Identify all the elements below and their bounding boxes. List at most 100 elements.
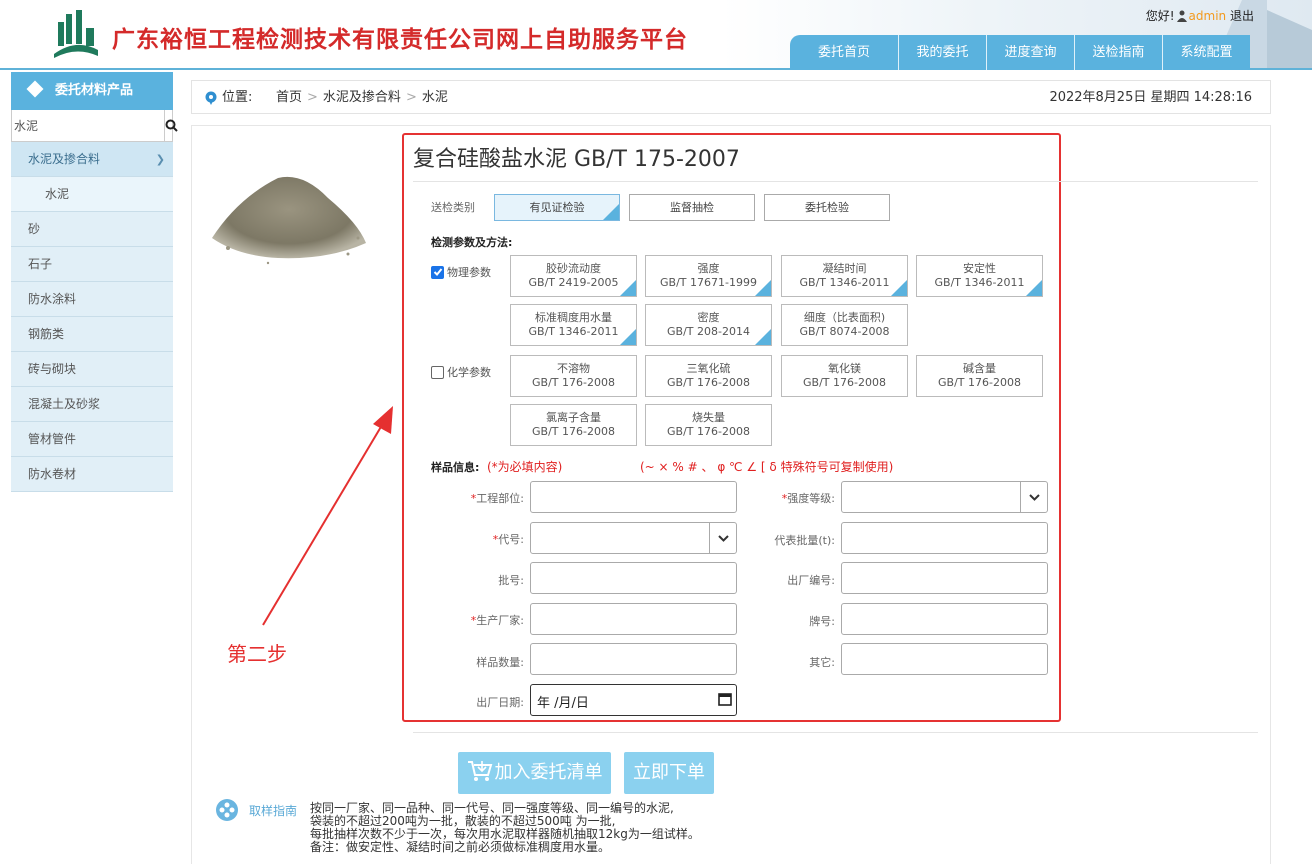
logout-link[interactable]: 退出	[1230, 9, 1254, 23]
sidebar-item-pipes[interactable]: 管材管件	[11, 422, 173, 457]
breadcrumb-path: 首页 > 水泥及掺合料 > 水泥	[276, 81, 448, 115]
strength-grade-select[interactable]	[841, 481, 1048, 513]
nav-home[interactable]: 委托首页	[790, 35, 899, 70]
sidebar-header: 委托材料产品	[11, 72, 173, 110]
param-strength[interactable]: 强度 GB/T 17671-1999	[645, 255, 772, 297]
nav-progress[interactable]: 进度查询	[986, 35, 1075, 70]
brand-label: 牌号:	[809, 615, 835, 628]
sample-qty-label: 样品数量:	[476, 656, 524, 669]
param-name: 氯离子含量	[546, 411, 601, 424]
chevron-double-down-icon: ❯	[155, 153, 165, 166]
manufacturer-label: *生产厂家:	[470, 614, 524, 627]
param-name: 强度	[697, 262, 720, 275]
type-entrust-button[interactable]: 委托检验	[764, 194, 890, 221]
type-witness-button[interactable]: 有见证检验	[494, 194, 620, 221]
param-std: GB/T 176-2008	[667, 425, 750, 438]
button-label: 加入委托清单	[494, 762, 603, 783]
param-consistency-water[interactable]: 标准稠度用水量 GB/T 1346-2011	[510, 304, 637, 346]
param-insoluble[interactable]: 不溶物 GB/T 176-2008	[510, 355, 637, 397]
breadcrumb-label: 位置:	[222, 90, 253, 105]
param-setting-time[interactable]: 凝结时间 GB/T 1346-2011	[781, 255, 908, 297]
sample-qty-input[interactable]	[530, 643, 737, 675]
sidebar-item-sand[interactable]: 砂	[11, 212, 173, 247]
param-std: GB/T 8074-2008	[799, 325, 890, 338]
param-mgo[interactable]: 氧化镁 GB/T 176-2008	[781, 355, 908, 397]
physical-params-checkbox[interactable]: 物理参数	[431, 264, 491, 280]
sidebar-item-concrete[interactable]: 混凝土及砂浆	[11, 387, 173, 422]
param-std: GB/T 176-2008	[532, 425, 615, 438]
main-nav: 委托首页 我的委托 进度查询 送检指南 系统配置	[790, 35, 1251, 70]
sidebar-search-input[interactable]	[12, 110, 165, 141]
selected-corner-icon	[620, 329, 636, 345]
param-name: 氧化镁	[828, 362, 861, 375]
nav-my-orders[interactable]: 我的委托	[898, 35, 987, 70]
site-title: 广东裕恒工程检测技术有限责任公司网上自助服务平台	[112, 26, 688, 53]
greeting: 您好!	[1145, 9, 1175, 23]
code-select[interactable]	[530, 522, 737, 554]
type-label: 监督抽检	[670, 201, 714, 214]
breadcrumb-current: 水泥	[421, 90, 448, 105]
search-icon	[165, 119, 178, 132]
batch-no-input[interactable]	[530, 562, 737, 594]
special-symbols-note: (~ × % # 、 φ ℃ ∠ [ δ 特殊符号可复制使用)	[640, 460, 894, 474]
current-datetime: 2022年8月25日 星期四 14:28:16	[1049, 90, 1252, 105]
param-name: 不溶物	[557, 362, 590, 375]
divider	[413, 181, 1258, 182]
checkbox-unchecked-icon	[431, 365, 444, 379]
param-std: GB/T 208-2014	[667, 325, 750, 338]
sidebar-item-cement-admixtures[interactable]: 水泥及掺合料 ❯	[11, 142, 173, 177]
sidebar-subitem-cement[interactable]: 水泥	[11, 177, 173, 212]
sidebar-item-gravel[interactable]: 石子	[11, 247, 173, 282]
breadcrumb-separator: >	[405, 90, 417, 105]
manufacturer-input[interactable]	[530, 603, 737, 635]
param-loss-ignition[interactable]: 烧失量 GB/T 176-2008	[645, 404, 772, 446]
order-now-button[interactable]: 立即下单	[624, 752, 714, 794]
factory-date-input[interactable]: 年 /月/日	[530, 684, 737, 716]
sidebar-item-waterproof-membrane[interactable]: 防水卷材	[11, 457, 173, 492]
project-part-label: *工程部位:	[470, 492, 524, 505]
sidebar-item-waterproof-coating[interactable]: 防水涂料	[11, 282, 173, 317]
params-label: 检测参数及方法:	[431, 236, 513, 249]
param-chloride[interactable]: 氯离子含量 GB/T 176-2008	[510, 404, 637, 446]
sampling-guide-title: 取样指南	[249, 804, 298, 818]
param-alkali[interactable]: 碱含量 GB/T 176-2008	[916, 355, 1043, 397]
sidebar-item-label: 石子	[28, 257, 53, 271]
batch-qty-input[interactable]	[841, 522, 1048, 554]
other-label: 其它:	[809, 656, 835, 669]
param-fineness[interactable]: 细度（比表面积) GB/T 8074-2008	[781, 304, 908, 346]
sidebar-item-bricks[interactable]: 砖与砌块	[11, 352, 173, 387]
param-density[interactable]: 密度 GB/T 208-2014	[645, 304, 772, 346]
divider	[413, 732, 1258, 733]
param-soundness[interactable]: 安定性 GB/T 1346-2011	[916, 255, 1043, 297]
factory-no-input[interactable]	[841, 562, 1048, 594]
param-std: GB/T 1346-2011	[934, 276, 1025, 289]
type-supervision-button[interactable]: 监督抽检	[629, 194, 755, 221]
param-std: GB/T 176-2008	[667, 376, 750, 389]
nav-guide[interactable]: 送检指南	[1074, 35, 1163, 70]
field-label-text: 代号:	[498, 533, 524, 546]
add-to-list-button[interactable]: 加入委托清单	[458, 752, 611, 794]
search-button[interactable]	[165, 110, 178, 141]
param-flow[interactable]: 胶砂流动度 GB/T 2419-2005	[510, 255, 637, 297]
param-name: 凝结时间	[822, 262, 867, 275]
sidebar-item-rebar[interactable]: 钢筋类	[11, 317, 173, 352]
breadcrumb-home[interactable]: 首页	[276, 90, 302, 105]
param-so3[interactable]: 三氧化硫 GB/T 176-2008	[645, 355, 772, 397]
chevron-down-icon	[1020, 482, 1047, 512]
type-label: 有见证检验	[529, 201, 585, 214]
brand-input[interactable]	[841, 603, 1048, 635]
param-std: GB/T 2419-2005	[528, 276, 619, 289]
chemical-params-checkbox[interactable]: 化学参数	[431, 364, 491, 380]
param-name: 安定性	[963, 262, 996, 275]
username-link[interactable]: admin	[1189, 9, 1227, 23]
calendar-icon[interactable]	[717, 691, 733, 707]
breadcrumb-category[interactable]: 水泥及掺合料	[323, 90, 401, 105]
project-part-input[interactable]	[530, 481, 737, 513]
param-std: GB/T 1346-2011	[799, 276, 890, 289]
sampling-guide-text: 按同一厂家、同一品种、同一代号、同一强度等级、同一编号的水泥, 袋装的不超过20…	[310, 802, 830, 854]
other-input[interactable]	[841, 643, 1048, 675]
factory-date-label: 出厂日期:	[476, 696, 524, 709]
annotation-arrow-icon	[262, 406, 393, 626]
nav-settings[interactable]: 系统配置	[1162, 35, 1251, 70]
checkbox-label: 化学参数	[447, 366, 491, 379]
